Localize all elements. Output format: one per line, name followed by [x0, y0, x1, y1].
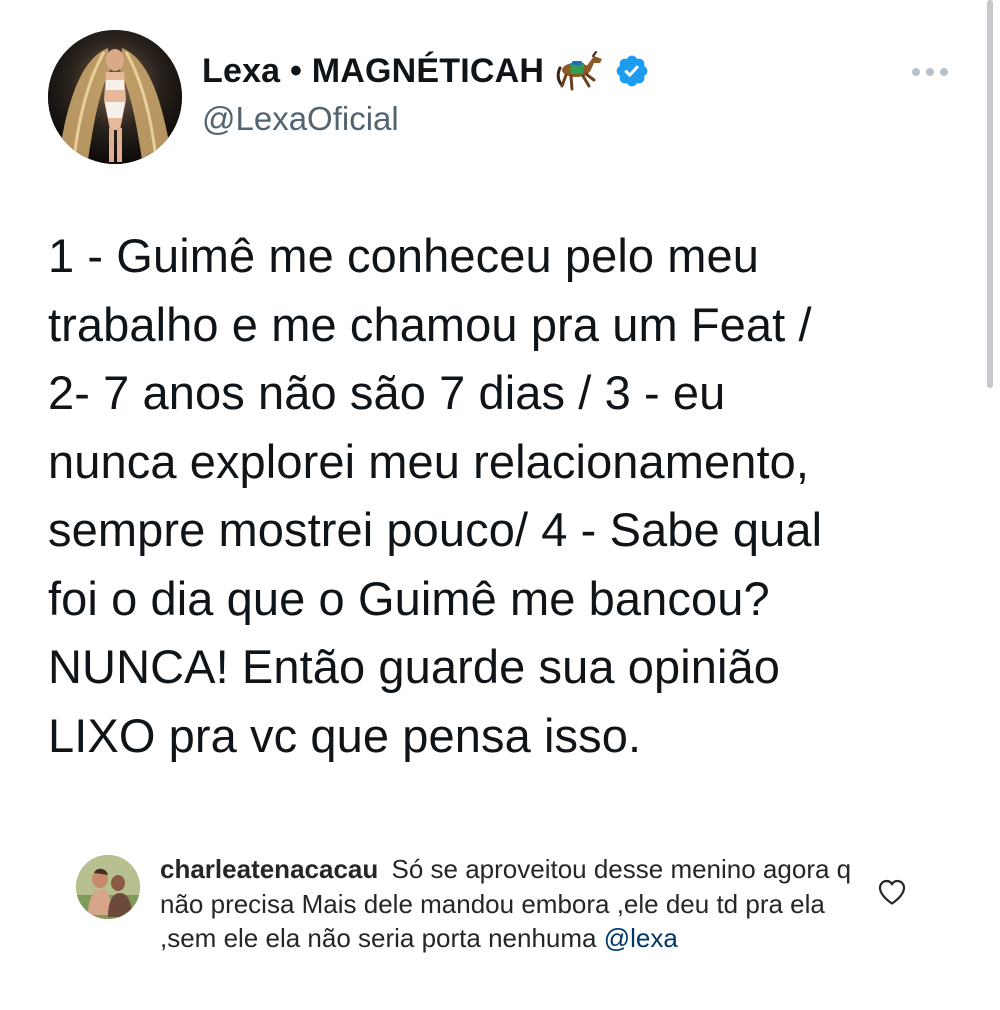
more-options-icon[interactable] [912, 62, 948, 82]
comment-body: charleatenacacau Só se aproveitou desse … [160, 852, 860, 956]
commenter-avatar[interactable] [76, 855, 140, 919]
comment-mention-link[interactable]: @lexa [604, 923, 678, 953]
horse-emoji-icon [556, 50, 606, 92]
commenter-username[interactable]: charleatenacacau [160, 854, 378, 884]
scrollbar[interactable] [987, 0, 993, 388]
profile-avatar[interactable] [48, 30, 182, 164]
heart-outline-icon[interactable] [877, 878, 907, 906]
display-name-row: Lexa • MAGNÉTICAH [202, 50, 650, 92]
verified-badge-icon [614, 53, 650, 89]
user-handle[interactable]: @LexaOficial [202, 100, 399, 138]
tweet-text: 1 - Guimê me conheceu pelo meu trabalho … [48, 229, 823, 762]
display-name[interactable]: Lexa • MAGNÉTICAH [202, 52, 544, 91]
